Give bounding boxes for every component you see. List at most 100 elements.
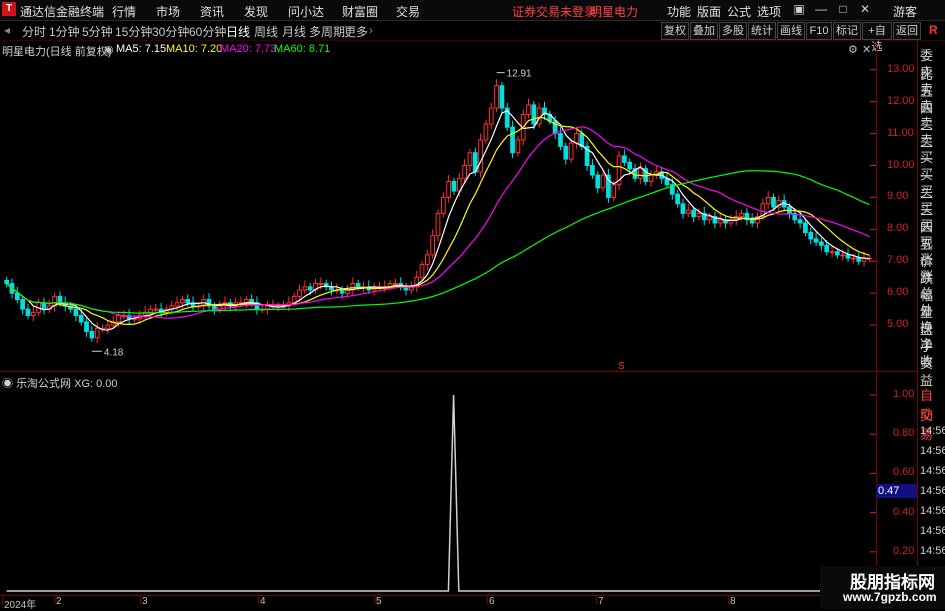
candle-body xyxy=(739,212,744,218)
date-tick-mark xyxy=(54,596,55,604)
candlestick-chart[interactable]: 12.91 4.18 S xyxy=(0,41,876,371)
tick-time[interactable]: 14:56 xyxy=(920,545,945,557)
maximize-icon[interactable]: □ xyxy=(834,1,852,18)
menu-caifuquan[interactable]: 财富圈 xyxy=(342,3,378,20)
tongji-button[interactable]: 统计 xyxy=(748,22,776,40)
tick-time[interactable]: 14:56 xyxy=(920,485,945,497)
ma60-line xyxy=(6,170,870,314)
tick-time[interactable]: 14:56 xyxy=(920,465,945,477)
menu-faxian[interactable]: 发现 xyxy=(244,3,268,20)
candle-body xyxy=(478,139,483,173)
candle-body xyxy=(845,254,851,259)
huaxian-button[interactable]: 画线 xyxy=(777,22,805,40)
candle-body xyxy=(291,295,297,304)
add-watchlist-button[interactable]: +自选 xyxy=(862,22,892,53)
period-multi[interactable]: 多周期 xyxy=(309,23,345,40)
candle-body xyxy=(696,212,702,218)
menu-gongneng[interactable]: 功能 xyxy=(667,3,691,20)
candle-body xyxy=(749,219,755,224)
candle-body xyxy=(105,324,111,329)
candle-body xyxy=(307,286,313,291)
candle-body xyxy=(297,289,302,297)
period-scroll-left-icon[interactable]: ◂ xyxy=(4,23,10,37)
watermark-url: www.7gpzb.com xyxy=(843,590,937,604)
candle-body xyxy=(568,142,574,160)
f10-button[interactable]: F10 xyxy=(806,22,832,40)
period-weekly[interactable]: 周线 xyxy=(254,23,278,40)
more-chevron-icon[interactable]: › xyxy=(369,23,373,37)
candle-body xyxy=(515,139,521,154)
candle-body xyxy=(393,283,398,286)
pane-divider[interactable] xyxy=(0,371,918,372)
diejia-button[interactable]: 叠加 xyxy=(690,22,718,40)
auto-trade-label[interactable]: 交易 xyxy=(920,405,945,443)
candle-body xyxy=(648,174,654,182)
tick-time[interactable]: 14:56 xyxy=(920,445,945,457)
tick-time[interactable]: 14:56 xyxy=(920,425,945,437)
period-60min[interactable]: 60分钟 xyxy=(189,23,226,40)
candle-body xyxy=(590,165,595,176)
close-icon[interactable]: ✕ xyxy=(856,1,874,18)
candle-body xyxy=(829,251,835,254)
period-30min[interactable]: 30分钟 xyxy=(152,23,189,40)
candle-body xyxy=(174,302,180,307)
menu-shichang[interactable]: 市场 xyxy=(156,3,180,20)
indicator-chart[interactable] xyxy=(0,373,876,595)
trade-login-warning[interactable]: 证券交易未登录 xyxy=(512,3,596,20)
price-tick-label: 13.00 xyxy=(887,62,915,75)
period-fenshi[interactable]: 分时 xyxy=(22,23,46,40)
period-1min[interactable]: 1分钟 xyxy=(49,23,80,40)
candle-body xyxy=(563,145,569,160)
period-15min[interactable]: 15分钟 xyxy=(115,23,152,40)
candle-body xyxy=(148,308,153,313)
candle-body xyxy=(265,305,270,310)
candle-body xyxy=(627,161,633,170)
price-tick-label: 5.00 xyxy=(887,318,909,331)
minimize-icon[interactable]: — xyxy=(812,1,830,18)
candle-body xyxy=(116,315,121,323)
candle-body xyxy=(78,315,84,323)
candle-body xyxy=(531,104,537,125)
candle-body xyxy=(813,238,819,243)
candle-body xyxy=(440,196,446,214)
menu-banmian[interactable]: 版面 xyxy=(697,3,721,20)
candle-body xyxy=(600,174,606,189)
current-stock-name: 明星电力 xyxy=(590,5,639,19)
menu-wenxiaoda[interactable]: 问小达 xyxy=(288,3,324,20)
period-more[interactable]: 更多 xyxy=(344,23,368,40)
date-tick-mark xyxy=(140,596,141,604)
candle-body xyxy=(94,327,100,339)
period-monthly[interactable]: 月线 xyxy=(282,23,306,40)
candle-body xyxy=(595,174,601,189)
quote-field-label[interactable]: 收益 xyxy=(920,351,945,389)
date-tick-label: 3 xyxy=(142,596,148,607)
menu-gongshi[interactable]: 公式 xyxy=(727,3,751,20)
sell-marker: S xyxy=(618,361,625,371)
app-name: 通达信金融终端 xyxy=(20,5,105,19)
period-5min[interactable]: 5分钟 xyxy=(82,23,113,40)
menu-jiaoyi[interactable]: 交易 xyxy=(396,3,420,20)
menu-hangqing[interactable]: 行情 xyxy=(112,3,136,20)
menu-zixun[interactable]: 资讯 xyxy=(200,3,224,20)
period-daily[interactable]: 日线 xyxy=(226,23,250,40)
indicator-tick-label: 0.20 xyxy=(893,544,915,557)
candle-body xyxy=(637,168,643,179)
date-tick-mark xyxy=(596,596,597,604)
tick-time[interactable]: 14:56 xyxy=(920,505,945,517)
back-button[interactable]: 返回 xyxy=(893,22,921,40)
indicator-tick-label: 0.60 xyxy=(893,466,915,479)
fuquan-button[interactable]: 复权 xyxy=(661,22,689,40)
menu-xuanxiang[interactable]: 选项 xyxy=(757,3,781,20)
duogu-button[interactable]: 多股 xyxy=(719,22,747,40)
right-panel-toggle[interactable]: R xyxy=(929,23,938,37)
tick-time[interactable]: 14:56 xyxy=(920,525,945,537)
guest-label[interactable]: 游客 xyxy=(893,3,917,20)
candle-body xyxy=(803,222,808,234)
candle-body xyxy=(89,330,95,339)
candle-body xyxy=(691,209,696,218)
candle-body xyxy=(4,279,10,285)
restore-icon[interactable]: ▣ xyxy=(790,1,808,18)
date-tick-mark xyxy=(374,596,375,604)
date-tick-label: 7 xyxy=(598,596,604,607)
biaoji-button[interactable]: 标记 xyxy=(833,22,861,40)
